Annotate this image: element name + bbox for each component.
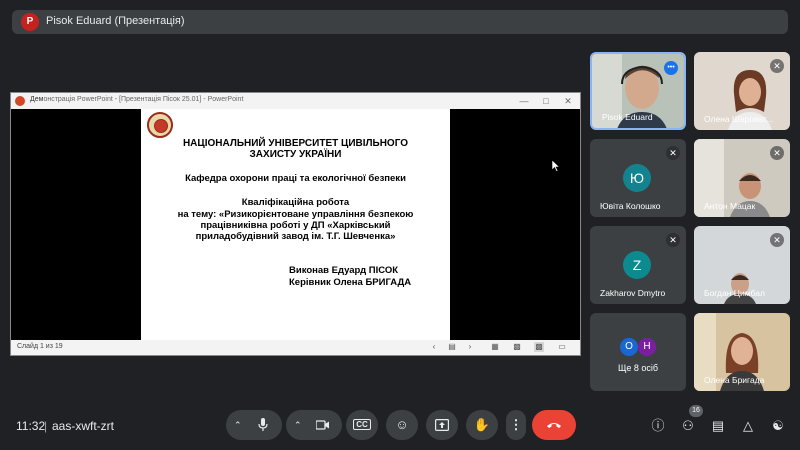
participant-avatar: H: [638, 338, 656, 356]
powerpoint-logo-icon: [15, 96, 25, 106]
emoji-icon: ☺: [395, 417, 409, 432]
participant-name: Zakharov Dmytro: [600, 288, 666, 298]
slide-menu-icon[interactable]: ▤: [447, 342, 457, 352]
camera-icon[interactable]: [316, 420, 330, 430]
presenter-bar: P Pisok Eduard (Презентація): [12, 10, 788, 34]
participant-tile[interactable]: ✕ Антон Мацак: [694, 139, 790, 217]
powerpoint-window-title: Демонстрація PowerPoint - [Презентація П…: [30, 96, 244, 103]
participant-tile[interactable]: ✕ Олена Шароват...: [694, 52, 790, 130]
mic-off-icon: ✕: [666, 233, 680, 247]
next-slide-icon[interactable]: ›: [465, 342, 475, 352]
end-call-button[interactable]: [532, 410, 576, 440]
participant-tile[interactable]: Z ✕ Zakharov Dmytro: [590, 226, 686, 304]
mic-off-icon: ✕: [770, 146, 784, 160]
participant-tile[interactable]: ✕ Богдан Цимбал: [694, 226, 790, 304]
microphone-icon[interactable]: [258, 418, 268, 432]
slide-author: Виконав Едуард ПІСОК: [289, 265, 399, 276]
more-participants-tile[interactable]: O H Ще 8 осіб: [590, 313, 686, 391]
participant-tile[interactable]: Олена Бригада: [694, 313, 790, 391]
minimize-icon[interactable]: —: [516, 94, 532, 108]
presenter-title: Pisok Eduard (Презентація): [46, 15, 185, 27]
slide-university-line1: НАЦІОНАЛЬНИЙ УНІВЕРСИТЕТ ЦИВІЛЬНОГО: [182, 138, 409, 149]
camera-control[interactable]: ⌃: [286, 410, 342, 440]
meeting-info-icon[interactable]: ⓘ: [649, 417, 667, 435]
presenter-avatar: P: [21, 13, 39, 31]
meeting-time: 11:32: [16, 419, 46, 433]
mic-off-icon: ✕: [666, 146, 680, 160]
present-screen-icon: [435, 419, 449, 431]
more-participants-label: Ще 8 осіб: [617, 363, 659, 373]
powerpoint-statusbar: Слайд 1 из 19 ‹ ▤ › ▦ ▩ ▩ ▭: [11, 340, 580, 355]
mic-off-icon: ✕: [770, 233, 784, 247]
slide-department: Кафедра охорони праці та екологічної без…: [185, 173, 406, 184]
presentation-slide: НАЦІОНАЛЬНИЙ УНІВЕРСИТЕТ ЦИВІЛЬНОГО ЗАХИ…: [141, 109, 450, 340]
slide-topic-line2: працівниківна роботі у ДП «Харківський: [200, 220, 391, 231]
close-icon[interactable]: ✕: [560, 94, 576, 108]
slide-university-line2: ЗАХИСТУ УКРАЇНИ: [249, 149, 342, 160]
raise-hand-button[interactable]: ✋: [466, 410, 498, 440]
more-vertical-icon: ⋮: [509, 417, 523, 432]
reading-view-icon[interactable]: ▩: [534, 342, 544, 352]
maximize-icon[interactable]: □: [538, 94, 554, 108]
people-icon[interactable]: ⚇: [679, 417, 697, 435]
more-options-button[interactable]: ⋮: [506, 410, 526, 440]
university-seal-logo: [147, 112, 173, 138]
previous-slide-icon[interactable]: ‹: [429, 342, 439, 352]
slide-supervisor: Керівник Олена БРИГАДА: [289, 277, 412, 288]
participant-avatar: Ю: [623, 164, 651, 192]
participant-name: Ювіта Колошко: [600, 201, 661, 211]
participant-tile-self[interactable]: ••• Pisok Eduard: [590, 52, 686, 130]
powerpoint-titlebar: Демонстрація PowerPoint - [Презентація П…: [11, 93, 580, 109]
participant-name: Антон Мацак: [704, 201, 756, 211]
captions-button[interactable]: CC: [346, 410, 378, 440]
slide-topic-line3: приладобудівний завод ім. Т.Г. Шевченка»: [195, 231, 396, 242]
participant-avatar: O: [620, 338, 638, 356]
normal-view-icon[interactable]: ▦: [490, 342, 500, 352]
participant-name: Олена Шароват...: [704, 114, 773, 124]
meeting-code: aas-xwft-zrt: [52, 419, 115, 433]
chat-icon[interactable]: ▤: [709, 417, 727, 435]
slideshow-view-icon[interactable]: ▭: [557, 342, 567, 352]
presentation-window: Демонстрація PowerPoint - [Презентація П…: [10, 92, 581, 356]
slide-topic-line1: на тему: «Ризикорієнтоване управління бе…: [177, 209, 414, 220]
microphone-control[interactable]: ⌃: [226, 410, 282, 440]
activities-icon[interactable]: △: [739, 417, 757, 435]
host-controls-icon[interactable]: ☯: [769, 417, 787, 435]
people-count-badge: 16: [689, 405, 703, 417]
captions-icon: CC: [353, 419, 371, 430]
hand-icon: ✋: [473, 417, 491, 432]
mic-off-icon: ✕: [770, 59, 784, 73]
participant-name: Олена Бригада: [704, 375, 765, 385]
participant-tile[interactable]: Ю ✕ Ювіта Колошко: [590, 139, 686, 217]
chevron-up-icon[interactable]: ⌃: [234, 410, 242, 440]
mouse-cursor-icon: [552, 160, 560, 172]
chevron-up-icon[interactable]: ⌃: [294, 410, 302, 440]
hang-up-icon: [547, 423, 561, 428]
participant-name: Богдан Цимбал: [704, 288, 765, 298]
slide-sorter-icon[interactable]: ▩: [512, 342, 522, 352]
slide-work-type: Кваліфікаційна робота: [241, 197, 350, 208]
slide-counter: Слайд 1 из 19: [17, 343, 63, 350]
participant-avatar: Z: [623, 251, 651, 279]
present-button[interactable]: [426, 410, 458, 440]
participant-name: Pisok Eduard: [602, 112, 653, 122]
speaking-indicator-icon: •••: [664, 61, 678, 75]
reactions-button[interactable]: ☺: [386, 410, 418, 440]
bottom-separator: |: [44, 419, 48, 433]
